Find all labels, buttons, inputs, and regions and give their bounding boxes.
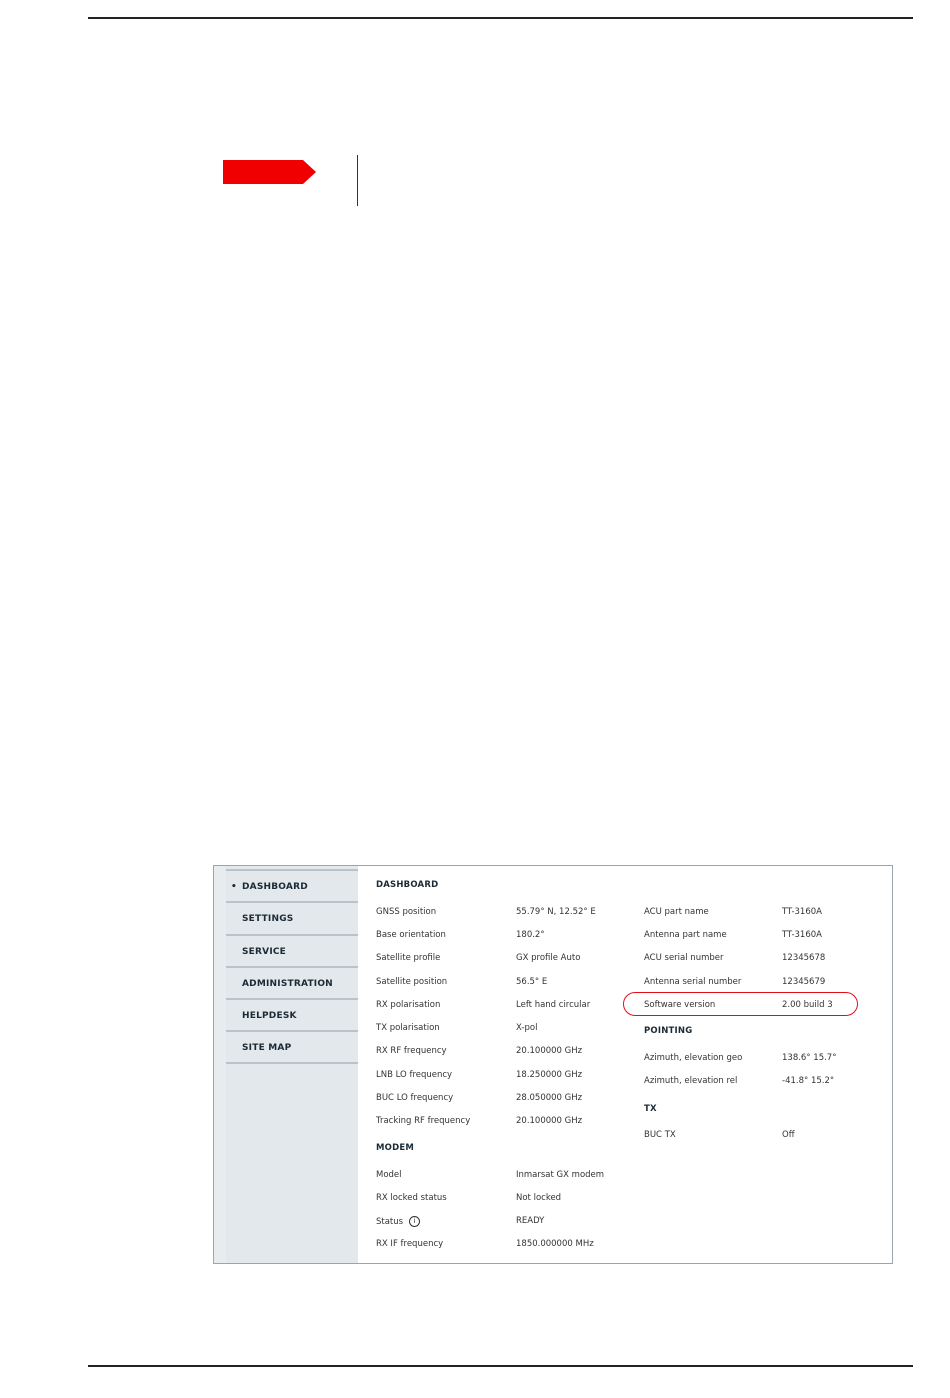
field-value: -41.8° 15.2° — [782, 1076, 835, 1086]
dashboard-content: DASHBOARD GNSS position 55.79° N, 12.52°… — [358, 866, 892, 1263]
field-label: Azimuth, elevation geo — [644, 1053, 743, 1063]
field-value: Not locked — [516, 1193, 562, 1203]
nav-item-label: SETTINGS — [242, 914, 294, 924]
field-label: Satellite profile — [376, 953, 441, 963]
field-label: Model — [376, 1170, 402, 1180]
field-value: TT-3160A — [782, 930, 822, 940]
nav-item-label: DASHBOARD — [242, 882, 308, 892]
field-label: Satellite position — [376, 977, 448, 987]
section-title-tx: TX — [644, 1104, 657, 1114]
nav-divider — [226, 1062, 358, 1064]
software-version-highlight — [623, 992, 858, 1016]
field-label: RX RF frequency — [376, 1046, 447, 1056]
web-interface-screenshot: • DASHBOARD SETTINGS SERVICE ADMINISTRAT… — [213, 865, 893, 1264]
field-value: TT-3160A — [782, 907, 822, 917]
field-label: TX polarisation — [376, 1023, 440, 1033]
nav-item-label: SITE MAP — [242, 1043, 292, 1053]
field-label: Base orientation — [376, 930, 446, 940]
field-value: 1850.000000 MHz — [516, 1239, 594, 1249]
field-label: RX IF frequency — [376, 1239, 444, 1249]
field-value: 12345678 — [782, 953, 826, 963]
field-label: ACU serial number — [644, 953, 724, 963]
nav-item-dashboard[interactable]: • DASHBOARD — [226, 869, 358, 902]
field-label: Antenna part name — [644, 930, 727, 940]
field-value: Left hand circular — [516, 1000, 591, 1010]
field-label: BUC LO frequency — [376, 1093, 454, 1103]
nav-item-label: SERVICE — [242, 947, 287, 957]
nav-item-administration[interactable]: ADMINISTRATION — [226, 966, 358, 999]
field-value: GX profile Auto — [516, 953, 581, 963]
field-label: Antenna serial number — [644, 977, 742, 987]
sidebar: • DASHBOARD SETTINGS SERVICE ADMINISTRAT… — [226, 866, 358, 1263]
field-value: 18.250000 GHz — [516, 1070, 583, 1080]
field-value: Off — [782, 1130, 795, 1140]
nav-item-helpdesk[interactable]: HELPDESK — [226, 998, 358, 1031]
field-label: LNB LO frequency — [376, 1070, 453, 1080]
field-value: READY — [516, 1216, 545, 1226]
section-title-pointing: POINTING — [644, 1026, 693, 1036]
footer-rule — [88, 1365, 913, 1367]
field-value: 138.6° 15.7° — [782, 1053, 837, 1063]
nav-item-settings[interactable]: SETTINGS — [226, 901, 358, 934]
field-label: Tracking RF frequency — [376, 1116, 471, 1126]
info-icon[interactable]: i — [409, 1216, 421, 1227]
field-value: 20.100000 GHz — [516, 1046, 583, 1056]
nav-item-site-map[interactable]: SITE MAP — [226, 1030, 358, 1063]
red-arrow-icon — [223, 160, 316, 184]
field-label: GNSS position — [376, 907, 437, 917]
vertical-divider — [357, 155, 358, 206]
section-title-dashboard: DASHBOARD — [376, 880, 439, 890]
field-label: ACU part name — [644, 907, 709, 917]
field-label: RX locked status — [376, 1193, 447, 1203]
nav-item-service[interactable]: SERVICE — [226, 934, 358, 967]
field-label: Status — [376, 1217, 404, 1227]
field-value: 56.5° E — [516, 977, 548, 987]
field-label-status: Status i — [376, 1216, 421, 1227]
nav-item-label: ADMINISTRATION — [242, 979, 333, 989]
field-value: 28.050000 GHz — [516, 1093, 583, 1103]
field-value: 20.100000 GHz — [516, 1116, 583, 1126]
field-label: BUC TX — [644, 1130, 676, 1140]
nav-item-label: HELPDESK — [242, 1011, 297, 1021]
field-value: X-pol — [516, 1023, 538, 1033]
active-bullet-icon: • — [231, 882, 237, 892]
section-title-modem: MODEM — [376, 1143, 415, 1153]
header-rule — [88, 17, 913, 19]
field-label: Azimuth, elevation rel — [644, 1076, 738, 1086]
field-value: 180.2° — [516, 930, 545, 940]
field-value: Inmarsat GX modem — [516, 1170, 605, 1180]
field-value: 55.79° N, 12.52° E — [516, 907, 596, 917]
field-value: 12345679 — [782, 977, 826, 987]
field-label: RX polarisation — [376, 1000, 441, 1010]
